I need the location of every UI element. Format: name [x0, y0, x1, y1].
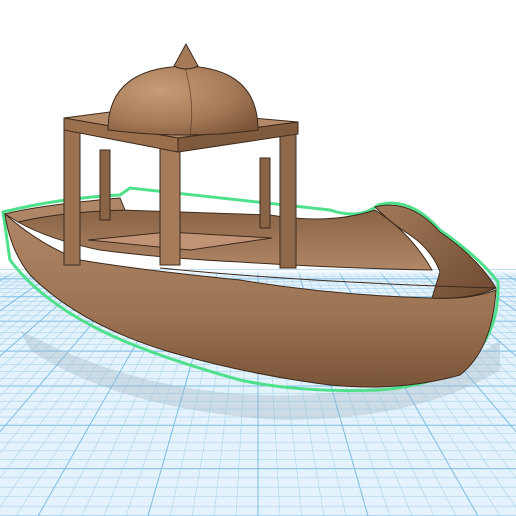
3d-viewport[interactable]: [0, 0, 516, 516]
pillar-front-right: [279, 127, 297, 269]
pillar-front-left: [63, 124, 81, 266]
pillar-back-left: [99, 149, 111, 221]
gazebo-dome: [107, 65, 259, 136]
3d-scene[interactable]: [0, 0, 516, 516]
pillar-back-right: [259, 157, 271, 229]
pillar-front-middle: [159, 144, 181, 266]
dome-finial: [173, 42, 199, 70]
